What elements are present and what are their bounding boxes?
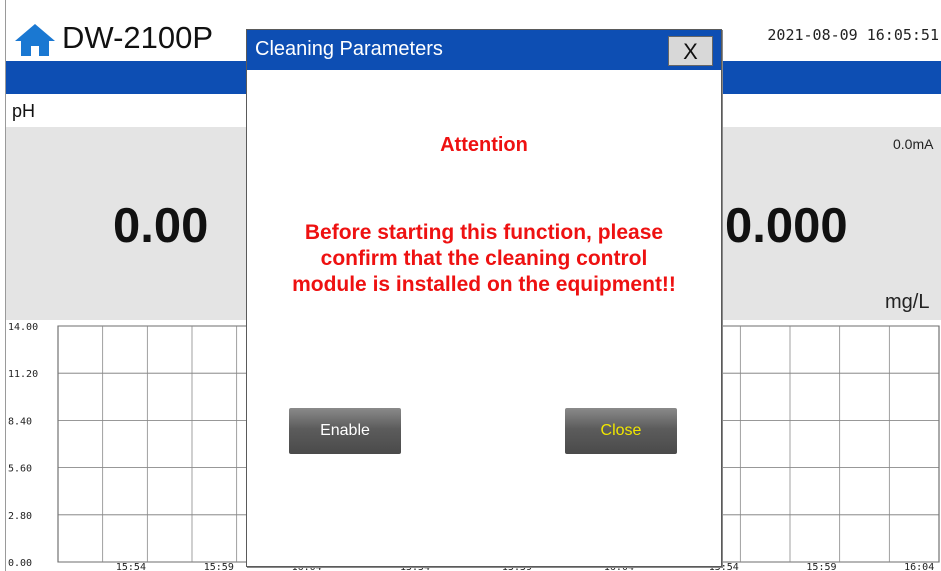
- ph-label: pH: [12, 101, 36, 121]
- ph-chart-x-tick-label: 15:59: [204, 562, 234, 571]
- dialog-titlebar: Cleaning Parameters X: [247, 30, 721, 70]
- enable-button[interactable]: Enable: [289, 408, 401, 454]
- close-button[interactable]: Close: [565, 408, 677, 454]
- dialog-close-button[interactable]: X: [668, 36, 713, 66]
- cleaning-parameters-dialog: Cleaning Parameters X Attention Before s…: [246, 29, 722, 567]
- ph-chart-y-tick-label: 0.00: [8, 558, 32, 569]
- ph-chart-x-tick-label: 15:54: [116, 562, 146, 571]
- ph-chart-y-tick-label: 8.40: [8, 416, 32, 427]
- current-reading: 0.0mA: [893, 136, 934, 152]
- ph-chart-y-tick-label: 5.60: [8, 464, 32, 475]
- right-chart-x-tick-label: 15:59: [806, 562, 836, 571]
- warning-message: Before starting this function, please co…: [257, 220, 711, 298]
- ph-value: 0.00: [113, 199, 209, 253]
- unit-label: mg/L: [885, 291, 930, 313]
- app-title: DW-2100P: [62, 20, 214, 55]
- home-icon[interactable]: [14, 23, 56, 57]
- ph-chart-y-tick-label: 14.00: [8, 322, 38, 333]
- ph-chart-y-tick-label: 11.20: [8, 369, 38, 380]
- warning-line-1: Before starting this function, please: [304, 221, 664, 244]
- right-chart-x-tick-label: 16:04: [904, 562, 934, 571]
- warning-line-2: confirm that the cleaning control: [320, 247, 648, 270]
- warning-line-3: module is installed on the equipment!!: [292, 273, 676, 296]
- ph-chart-y-tick-label: 2.80: [8, 511, 32, 522]
- right-value: 0.000: [725, 199, 848, 253]
- datetime-display: 2021-08-09 16:05:51: [767, 26, 939, 44]
- dialog-title: Cleaning Parameters: [255, 38, 443, 60]
- attention-heading: Attention: [440, 134, 528, 156]
